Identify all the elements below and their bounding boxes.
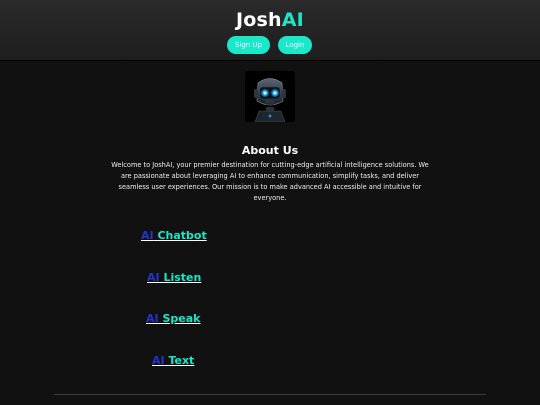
link-prefix: AI — [141, 229, 154, 242]
login-button[interactable]: Login — [278, 36, 312, 54]
link-prefix: AI — [152, 354, 165, 367]
top-header: JoshAI Sign Up Login — [0, 0, 540, 61]
link-label: Speak — [162, 312, 201, 325]
footer-divider — [54, 394, 486, 395]
signup-button[interactable]: Sign Up — [227, 36, 270, 54]
link-label: Listen — [163, 271, 202, 284]
link-ai-text[interactable]: AI Text — [152, 354, 194, 367]
brand-prefix: Josh — [236, 9, 282, 31]
link-ai-chatbot[interactable]: AI Chatbot — [141, 229, 207, 242]
link-prefix: AI — [146, 312, 159, 325]
link-ai-speak[interactable]: AI Speak — [146, 312, 200, 325]
robot-face-icon — [245, 71, 295, 122]
link-prefix: AI — [147, 271, 160, 284]
about-title: About Us — [241, 144, 299, 157]
brand-accent: AI — [281, 9, 304, 31]
link-label: Chatbot — [157, 229, 207, 242]
link-ai-listen[interactable]: AI Listen — [147, 271, 201, 284]
link-label: Text — [168, 354, 195, 367]
about-description: Welcome to JoshAI, your premier destinat… — [111, 161, 429, 202]
brand-logo[interactable]: JoshAI — [0, 9, 540, 31]
